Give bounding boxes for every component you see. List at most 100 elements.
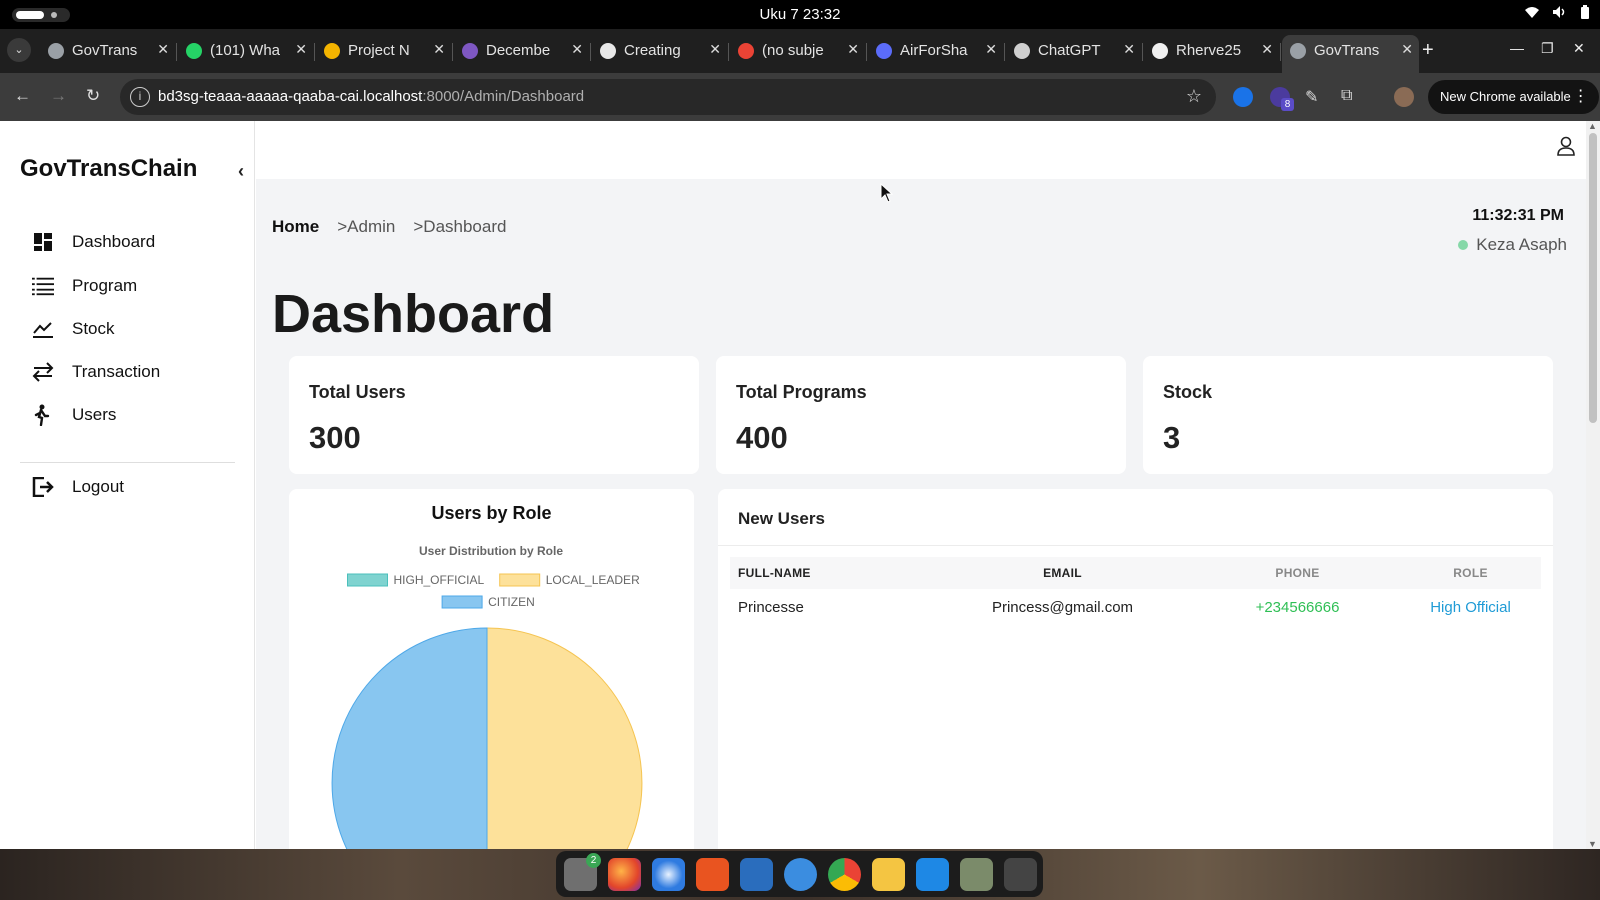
legend-swatch[interactable] (441, 595, 483, 609)
sidebar-item-users[interactable]: Users (32, 400, 116, 430)
close-window-icon[interactable]: ✕ (1573, 40, 1585, 57)
legend-label[interactable]: HIGH_OFFICIAL (394, 573, 485, 587)
back-icon[interactable]: ← (14, 86, 31, 106)
breadcrumb-home[interactable]: Home (272, 217, 319, 237)
sidebar: GovTransChain ‹ Dashboard Program Stock (0, 121, 255, 849)
extensions-puzzle-icon[interactable]: ⧉ (1341, 87, 1361, 107)
sidebar-item-label: Users (72, 405, 117, 424)
pie-slice[interactable] (486, 627, 643, 849)
site-info-icon[interactable]: i (130, 87, 150, 107)
column-header-email[interactable]: EMAIL (930, 557, 1195, 589)
extension-badge-icon[interactable]: 8 (1270, 87, 1294, 111)
legend-swatch[interactable] (499, 573, 541, 587)
legend-swatch[interactable] (347, 573, 388, 587)
reload-icon[interactable]: ↻ (86, 86, 100, 106)
column-header-role[interactable]: ROLE (1400, 557, 1541, 589)
current-user-name: Keza Asaph (1476, 235, 1567, 254)
table-row[interactable]: Princesse Princess@gmail.com +234566666 … (730, 589, 1541, 625)
tab-title: AirForSha (900, 42, 968, 59)
legend-label[interactable]: CITIZEN (488, 595, 535, 609)
files-app-icon[interactable]: 2 (564, 852, 601, 891)
tab-favicon-icon (324, 43, 340, 59)
forward-icon[interactable]: → (50, 86, 67, 106)
menu-dots-icon[interactable]: ⋮ (1573, 80, 1589, 114)
document-viewer-icon[interactable] (740, 857, 773, 891)
tab-favicon-icon (1290, 43, 1306, 59)
browser-tab[interactable]: (101) Wha ✕ (178, 35, 313, 67)
column-header-full-name[interactable]: FULL-NAME (730, 557, 930, 589)
address-bar[interactable]: i bd3sg-teaaa-aaaaa-qaaba-cai.localhost:… (120, 79, 1216, 115)
browser-tab[interactable]: GovTrans ✕ (1282, 35, 1419, 73)
sidebar-item-dashboard[interactable]: Dashboard (32, 227, 155, 257)
show-apps-icon[interactable] (1004, 857, 1037, 891)
files-badge: 2 (586, 852, 601, 868)
dock: 2 (556, 851, 1043, 897)
browser-tab[interactable]: (no subje ✕ (730, 35, 865, 67)
os-clock[interactable]: Uku 7 23:32 (0, 6, 1600, 23)
tab-title: ChatGPT (1038, 42, 1101, 59)
tab-close-icon[interactable]: ✕ (709, 41, 721, 58)
tab-separator (1142, 43, 1143, 61)
app-center-icon[interactable] (696, 857, 729, 891)
browser-tab[interactable]: Project N ✕ (316, 35, 451, 67)
minimize-icon[interactable]: — (1510, 40, 1524, 56)
tab-close-icon[interactable]: ✕ (157, 41, 169, 58)
chrome-icon[interactable] (828, 857, 861, 891)
stat-value: 400 (736, 420, 788, 455)
page-scrollbar[interactable]: ▲ ▼ (1586, 121, 1600, 849)
tab-close-icon[interactable]: ✕ (985, 41, 997, 58)
new-chrome-available-button[interactable]: New Chrome available ⋮ (1428, 80, 1599, 114)
swap-arrows-icon (32, 361, 54, 383)
page-title: Dashboard (272, 284, 555, 344)
thunderbird-icon[interactable] (652, 857, 685, 891)
browser-tab[interactable]: Decembe ✕ (454, 35, 589, 67)
extension-shazam-icon[interactable] (1233, 87, 1253, 107)
browser-tab[interactable]: GovTrans ✕ (40, 35, 175, 67)
help-icon[interactable] (784, 857, 817, 891)
trash-icon[interactable] (960, 857, 993, 891)
browser-tab[interactable]: AirForSha ✕ (868, 35, 1003, 67)
tab-close-icon[interactable]: ✕ (571, 41, 583, 58)
restore-icon[interactable]: ❐ (1541, 40, 1554, 57)
text-editor-icon[interactable] (872, 857, 905, 891)
new-tab-button[interactable]: + (1422, 39, 1434, 62)
brand-logo-text: GovTransChain (20, 155, 198, 182)
scroll-up-arrow[interactable]: ▲ (1588, 121, 1597, 131)
scroll-down-arrow[interactable]: ▼ (1588, 839, 1597, 849)
url-text[interactable]: bd3sg-teaaa-aaaaa-qaaba-cai.localhost:80… (158, 88, 584, 105)
sidebar-item-label: Program (72, 276, 138, 295)
bookmark-star-icon[interactable]: ☆ (1186, 86, 1202, 107)
pie-slice[interactable] (331, 627, 488, 849)
tab-close-icon[interactable]: ✕ (847, 41, 859, 58)
tab-title: Rherve25 (1176, 42, 1242, 59)
browser-tab[interactable]: Rherve25 ✕ (1144, 35, 1279, 67)
scrollbar-thumb[interactable] (1589, 133, 1597, 423)
browser-tab[interactable]: Creating ✕ (592, 35, 727, 67)
tab-close-icon[interactable]: ✕ (433, 41, 445, 58)
tab-search-button[interactable]: ⌄ (7, 38, 31, 62)
column-header-phone[interactable]: PHONE (1195, 557, 1400, 589)
wifi-icon (1525, 7, 1539, 18)
browser-tab[interactable]: ChatGPT ✕ (1006, 35, 1141, 67)
vscode-icon[interactable] (916, 857, 949, 891)
cell-full-name: Princesse (738, 598, 804, 616)
user-account-icon[interactable] (1556, 135, 1578, 159)
sidebar-item-stock[interactable]: Stock (32, 314, 115, 344)
pie-chart: User Distribution by Role HIGH_OFFICIAL L… (331, 544, 643, 849)
tab-close-icon[interactable]: ✕ (295, 41, 307, 58)
tab-close-icon[interactable]: ✕ (1123, 41, 1135, 58)
firefox-icon[interactable] (608, 857, 641, 891)
logout-label: Logout (72, 477, 124, 496)
logout-button[interactable]: Logout (32, 472, 124, 502)
tab-close-icon[interactable]: ✕ (1261, 41, 1273, 58)
sidebar-item-transaction[interactable]: Transaction (32, 357, 160, 387)
profile-avatar[interactable] (1394, 87, 1414, 107)
eyedropper-icon[interactable]: ✎ (1305, 87, 1325, 107)
legend-label[interactable]: LOCAL_LEADER (546, 573, 640, 587)
tab-close-icon[interactable]: ✕ (1401, 41, 1413, 58)
system-tray[interactable] (1524, 5, 1590, 19)
breadcrumb-admin[interactable]: >Admin (337, 217, 395, 237)
sidebar-item-program[interactable]: Program (32, 271, 137, 301)
breadcrumb-dashboard[interactable]: >Dashboard (413, 217, 506, 237)
collapse-sidebar-button[interactable]: ‹ (230, 161, 252, 185)
